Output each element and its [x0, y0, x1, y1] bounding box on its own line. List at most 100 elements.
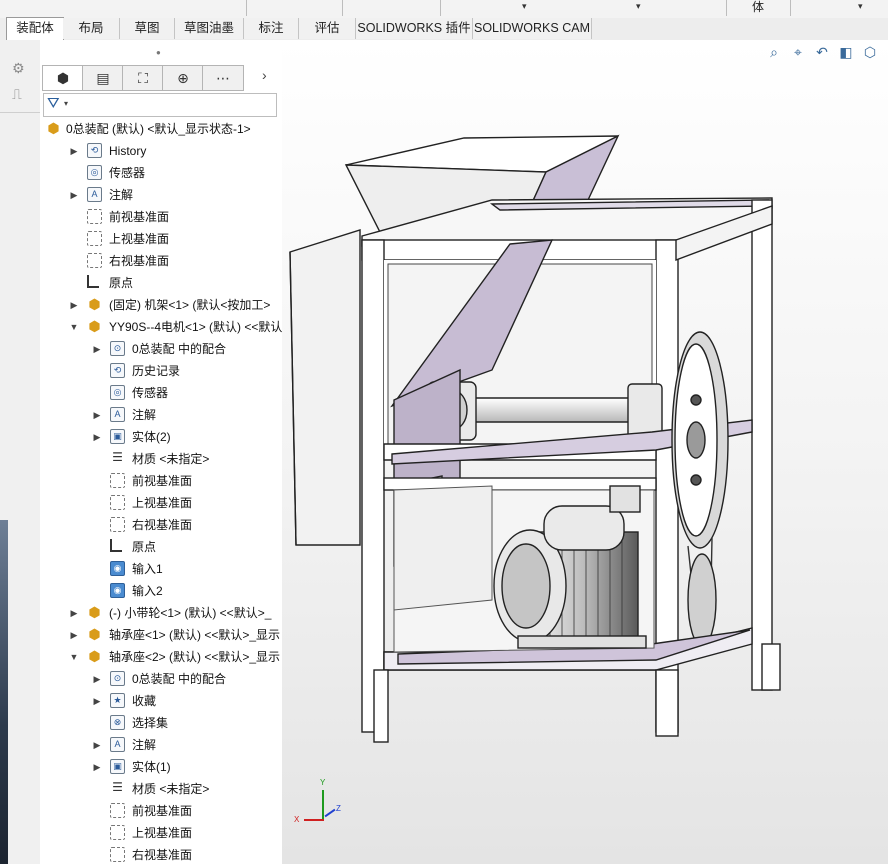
- tab-markup[interactable]: 标注: [244, 18, 299, 39]
- left-edge-strip: ⚙ ⎍: [0, 40, 40, 864]
- filter-icon[interactable]: ⛛: [47, 95, 60, 112]
- assembly-icon: ⬢: [88, 626, 101, 642]
- tree-item[interactable]: 右视基准面: [40, 250, 272, 272]
- expand-icon[interactable]: ▶: [92, 338, 102, 360]
- origin-icon: [110, 539, 122, 552]
- expand-icon[interactable]: ▶: [92, 404, 102, 426]
- expand-icon[interactable]: ▶: [69, 184, 79, 206]
- tree-item[interactable]: ☰ 材质 <未指定>: [40, 778, 272, 800]
- chevron-down-icon[interactable]: ▾: [522, 1, 527, 12]
- tab-solidworks-cam[interactable]: SOLIDWORKS CAM: [473, 18, 592, 39]
- tree-item[interactable]: 右视基准面: [40, 844, 272, 866]
- chevron-down-icon[interactable]: ▾: [858, 1, 863, 12]
- panel-tabs: ⬢ ▤ ⛶ ⊕ ⋯ ›: [40, 65, 282, 91]
- tree-item-label: 前视基准面: [132, 474, 193, 488]
- tree-item[interactable]: ☰ 材质 <未指定>: [40, 448, 272, 470]
- tree-item[interactable]: ◎ 传感器: [40, 162, 272, 184]
- tree-item[interactable]: ⟲ 历史记录: [40, 360, 272, 382]
- model-rendering: [289, 134, 781, 743]
- ribbon-item-label[interactable]: 体: [752, 0, 764, 15]
- tree-item[interactable]: ▶ ▣ 实体(1): [40, 756, 272, 778]
- property-manager-tab-icon[interactable]: ▤: [82, 65, 124, 91]
- tree-item[interactable]: ▶ ⊙ 0总装配 中的配合: [40, 338, 272, 360]
- gear-icon[interactable]: ⚙: [12, 60, 25, 77]
- tree-item[interactable]: ▶ A 注解: [40, 734, 272, 756]
- tree-item[interactable]: ▶ ⬢ 轴承座<1> (默认) <<默认>_显示: [40, 624, 281, 646]
- tree-item[interactable]: ⬢ 0总装配 (默认) <默认_显示状态-1>: [40, 118, 272, 140]
- tree-item[interactable]: ◉ 输入1: [40, 558, 272, 580]
- tree-item[interactable]: ▶ A 注解: [40, 184, 272, 206]
- tree-item[interactable]: 原点: [40, 272, 272, 294]
- tree-item-label: 0总装配 中的配合: [132, 672, 227, 686]
- tree-item[interactable]: ▶ ⟲ History: [40, 140, 272, 162]
- feature-manager-panel: ● ⬢ ▤ ⛶ ⊕ ⋯ › ⛛ ▾ ⬢ 0总装配 (默认) <默认_显示状态-1>…: [40, 40, 313, 866]
- tree-item[interactable]: 原点: [40, 536, 272, 558]
- plane-icon: [87, 209, 102, 224]
- tree-item[interactable]: ▶ ⬢ (固定) 机架<1> (默认<按加工>: [40, 294, 272, 316]
- tree-item[interactable]: 右视基准面: [40, 514, 272, 536]
- triad-y-label: Y: [320, 778, 326, 787]
- expand-icon[interactable]: ▶: [92, 756, 102, 778]
- step-icon[interactable]: ⎍: [12, 86, 22, 103]
- expand-icon[interactable]: ▶: [92, 668, 102, 690]
- tree-item[interactable]: 前视基准面: [40, 206, 272, 228]
- tree-item-label: 0总装配 (默认) <默认_显示状态-1>: [66, 122, 251, 136]
- annotation-icon: A: [110, 407, 125, 422]
- expand-icon[interactable]: ▶: [69, 294, 79, 316]
- mates-icon: ⊙: [110, 671, 125, 686]
- tab-assembly[interactable]: 装配体: [6, 17, 64, 40]
- tree-item[interactable]: ▶ ▣ 实体(2): [40, 426, 272, 448]
- panel-grip-icon[interactable]: ●: [156, 48, 161, 57]
- tree-item-label: History: [109, 144, 147, 158]
- solid-bodies-icon: ▣: [110, 429, 125, 444]
- tree-filter[interactable]: ⛛ ▾: [43, 93, 277, 117]
- chevron-down-icon[interactable]: ▾: [636, 1, 641, 12]
- desktop-background: [0, 520, 8, 864]
- tree-item[interactable]: 前视基准面: [40, 800, 272, 822]
- chevron-right-icon[interactable]: ›: [262, 67, 267, 83]
- command-manager-tabs: 装配体 布局 草图 草图油墨 标注 评估 SOLIDWORKS 插件 SOLID…: [0, 17, 888, 41]
- expand-icon[interactable]: ▶: [92, 426, 102, 448]
- tree-item-label: 输入2: [132, 584, 163, 598]
- expand-icon[interactable]: ▶: [69, 140, 79, 162]
- expand-icon[interactable]: ▶: [69, 624, 79, 646]
- tree-item[interactable]: ▶ ★ 收藏: [40, 690, 272, 712]
- tree-item[interactable]: ⊗ 选择集: [40, 712, 272, 734]
- tree-item-label: 右视基准面: [109, 254, 170, 268]
- tree-item[interactable]: 上视基准面: [40, 492, 272, 514]
- imported-body-icon: ◉: [110, 583, 125, 598]
- history-icon: ⟲: [110, 363, 125, 378]
- graphics-viewport[interactable]: ⌕ ⌖ ↶ ◧ ⬡ Y X Z: [282, 40, 888, 864]
- tree-item[interactable]: 前视基准面: [40, 470, 272, 492]
- more-tabs-icon[interactable]: ⋯: [202, 65, 244, 91]
- tab-solidworks-addins[interactable]: SOLIDWORKS 插件: [356, 18, 473, 39]
- dimxpert-manager-tab-icon[interactable]: ⊕: [162, 65, 204, 91]
- tree-item-label: 右视基准面: [132, 848, 193, 862]
- tab-layout[interactable]: 布局: [63, 18, 120, 39]
- feature-manager-tab-icon[interactable]: ⬢: [42, 65, 84, 91]
- tree-item[interactable]: ◎ 传感器: [40, 382, 272, 404]
- chevron-down-icon[interactable]: ▾: [64, 99, 68, 108]
- tree-item-label: 材质 <未指定>: [132, 782, 210, 796]
- expand-icon[interactable]: ▶: [92, 734, 102, 756]
- collapse-icon[interactable]: ▼: [69, 646, 79, 668]
- tree-item[interactable]: 上视基准面: [40, 822, 272, 844]
- tree-item[interactable]: ▼ ⬢ YY90S--4电机<1> (默认) <<默认: [40, 316, 283, 338]
- tree-item[interactable]: ▶ A 注解: [40, 404, 272, 426]
- tree-item[interactable]: ▶ ⬢ (-) 小带轮<1> (默认) <<默认>_: [40, 602, 272, 624]
- tree-item[interactable]: ▶ ⊙ 0总装配 中的配合: [40, 668, 272, 690]
- tree-item[interactable]: 上视基准面: [40, 228, 272, 250]
- tree-item[interactable]: ▼ ⬢ 轴承座<2> (默认) <<默认>_显示: [40, 646, 281, 668]
- configuration-manager-tab-icon[interactable]: ⛶: [122, 65, 164, 91]
- assembly-icon: ⬢: [47, 120, 60, 136]
- expand-icon[interactable]: ▶: [92, 690, 102, 712]
- tree-item[interactable]: ◉ 输入2: [40, 580, 272, 602]
- tab-sketch[interactable]: 草图: [120, 18, 175, 39]
- collapse-icon[interactable]: ▼: [69, 316, 79, 338]
- expand-icon[interactable]: ▶: [69, 602, 79, 624]
- annotation-icon: A: [110, 737, 125, 752]
- tree-item-label: 材质 <未指定>: [132, 452, 210, 466]
- tab-evaluate[interactable]: 评估: [299, 18, 356, 39]
- tab-sketch-ink[interactable]: 草图油墨: [175, 18, 244, 39]
- machine-model: [289, 134, 781, 743]
